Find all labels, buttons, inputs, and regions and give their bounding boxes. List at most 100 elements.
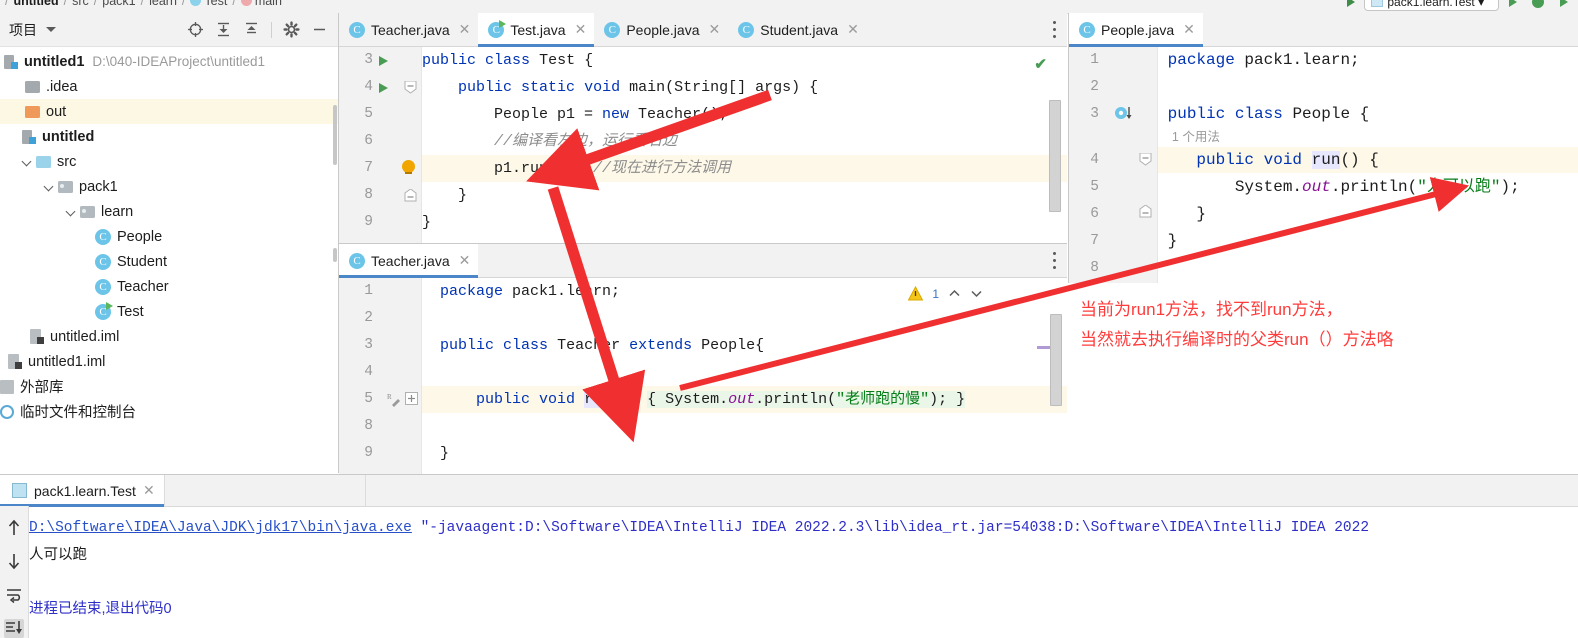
tab-people-java-right[interactable]: C People.java ✕ (1069, 13, 1203, 46)
tree-item-test[interactable]: C Test (0, 299, 338, 324)
class-icon (190, 0, 201, 6)
breadcrumb-item-4[interactable]: Test (204, 0, 227, 8)
breadcrumb-item-3[interactable]: learn (149, 0, 177, 8)
close-icon[interactable]: ✕ (844, 21, 859, 38)
close-icon[interactable]: ✕ (706, 21, 721, 38)
inspection-widget[interactable]: 1 (908, 286, 983, 301)
teacher-java-code-pane[interactable]: 1 2 3 4 5 8 9 R package pack1.learn; pub… (339, 278, 1067, 474)
close-icon[interactable]: ✕ (572, 21, 587, 38)
annotation-line-2: 当然就去执行编译时的父类run（）方法咯 (1080, 325, 1394, 355)
intention-bulb-icon[interactable] (402, 160, 415, 173)
run-class-gutter-icon[interactable] (379, 56, 388, 66)
breadcrumb-item-2[interactable]: pack1 (102, 0, 135, 8)
scroll-up-icon[interactable] (4, 518, 24, 538)
tree-item-learn[interactable]: learn (0, 199, 338, 224)
console-tab-test[interactable]: pack1.learn.Test ✕ (0, 475, 164, 506)
collapse-all-icon[interactable] (243, 21, 260, 38)
tree-item-project-root[interactable]: untitled1 D:\040-IDEAProject\untitled1 (0, 49, 338, 74)
kebab-menu-icon (1053, 21, 1057, 38)
tree-item-pack1[interactable]: pack1 (0, 174, 338, 199)
sidebar-scrollbar[interactable] (333, 105, 337, 165)
console-output[interactable]: D:\Software\IDEA\Java\JDK\jdk17\bin\java… (29, 506, 1578, 638)
java-exe-path-link[interactable]: D:\Software\IDEA\Java\JDK\jdk17\bin\java… (29, 520, 412, 536)
right-code-content[interactable]: package pack1.learn; public class People… (1158, 47, 1578, 283)
fold-close-icon[interactable] (404, 189, 417, 202)
breadcrumb-item-0[interactable]: untitled (13, 0, 58, 8)
run-with-coverage-icon[interactable] (1560, 0, 1568, 7)
tree-item-out[interactable]: out (0, 99, 338, 124)
gear-icon[interactable] (283, 21, 300, 38)
soft-wrap-icon[interactable] (4, 585, 24, 605)
sidebar-scrollbar-thumb2[interactable] (333, 248, 337, 262)
iml-file-icon (30, 329, 44, 344)
warning-triangle-icon[interactable] (908, 286, 923, 301)
breadcrumb-item-1[interactable]: src (72, 0, 89, 8)
back-arrow-icon[interactable] (1347, 0, 1355, 7)
sidebar-title: 项目 (6, 20, 37, 40)
close-icon[interactable]: ✕ (1180, 21, 1195, 38)
run-method-gutter-icon[interactable] (379, 83, 388, 93)
toolbar-divider (271, 22, 272, 38)
debug-button-icon[interactable] (1532, 0, 1544, 8)
package-icon (80, 206, 95, 218)
overriding-method-gutter-icon[interactable]: R (387, 392, 403, 408)
tree-item-people[interactable]: C People (0, 224, 338, 249)
tree-item-student[interactable]: C Student (0, 249, 338, 274)
lower-code-content[interactable]: package pack1.learn; public class Teache… (422, 278, 1067, 474)
chevron-up-icon[interactable] (948, 287, 961, 300)
scroll-down-icon[interactable] (4, 552, 24, 572)
chevron-down-icon[interactable] (22, 156, 33, 167)
usage-hint[interactable]: 1 个用法 (1172, 130, 1220, 144)
fold-open-icon[interactable] (1139, 153, 1152, 166)
console-program-output: 人可以跑 (29, 542, 1578, 569)
editor-tab-options-button[interactable] (1043, 13, 1067, 46)
chevron-down-icon[interactable] (66, 206, 77, 217)
close-icon[interactable]: ✕ (456, 21, 471, 38)
implemented-by-gutter-icon[interactable] (1115, 105, 1135, 121)
tree-item-untitled-iml[interactable]: untitled.iml (0, 324, 338, 349)
locate-icon[interactable] (187, 21, 204, 38)
tree-item-idea[interactable]: .idea (0, 74, 338, 99)
line-number: 3 (1073, 101, 1099, 128)
tree-item-untitled1-iml[interactable]: untitled1.iml (0, 349, 338, 374)
tree-item-teacher[interactable]: C Teacher (0, 274, 338, 299)
fold-close-icon[interactable] (1139, 205, 1152, 218)
expand-all-icon[interactable] (215, 21, 232, 38)
fold-expand-icon[interactable] (405, 392, 418, 405)
lower-editor-scrollbar[interactable] (1050, 314, 1062, 406)
people-java-code-pane[interactable]: 1 2 3 4 5 6 7 8 package pack1.learn; pub… (1069, 47, 1578, 283)
tab-teacher-java[interactable]: C Teacher.java ✕ (339, 13, 478, 46)
line-number: 7 (1073, 228, 1099, 255)
breadcrumb[interactable]: /untitled/src/pack1/learn/Test/main (0, 0, 282, 8)
breadcrumb-item-5[interactable]: main (255, 0, 282, 8)
tab-student-java[interactable]: C Student.java ✕ (728, 13, 867, 46)
inspection-ok-icon[interactable]: ✔ (1034, 55, 1047, 73)
tab-people-java[interactable]: C People.java ✕ (594, 13, 728, 46)
tab-test-java[interactable]: C Test.java ✕ (478, 13, 594, 46)
fold-open-icon[interactable] (404, 81, 417, 94)
run-configuration-selector[interactable]: pack1.learn.Test ▾ (1364, 0, 1499, 11)
run-button-icon[interactable] (1509, 0, 1517, 7)
code-content[interactable]: public class Test { public static void m… (422, 47, 1067, 244)
line-number: 5 (339, 386, 373, 413)
tree-item-external-libraries[interactable]: 外部库 (0, 374, 338, 399)
chevron-down-icon[interactable] (970, 287, 983, 300)
editor-vertical-scrollbar[interactable] (1049, 100, 1061, 212)
lower-editor-options-button[interactable] (1043, 244, 1067, 277)
scroll-to-end-icon[interactable] (4, 619, 24, 638)
line-number: 1 (339, 278, 373, 305)
close-icon[interactable]: ✕ (456, 252, 471, 269)
tree-item-scratches[interactable]: 临时文件和控制台 (0, 399, 338, 424)
close-icon[interactable]: ✕ (143, 482, 155, 499)
test-java-code-pane[interactable]: 3 4 5 6 7 8 9 public class Test { public… (339, 47, 1067, 244)
class-icon: C (349, 253, 365, 269)
tree-item-src[interactable]: src (0, 149, 338, 174)
chevron-down-icon[interactable] (44, 181, 55, 192)
line-number: 9 (339, 440, 373, 467)
tab-teacher-java-lower[interactable]: C Teacher.java ✕ (339, 244, 478, 277)
line-number: 5 (1073, 174, 1099, 201)
chevron-down-icon[interactable] (46, 27, 56, 32)
tree-item-untitled-module[interactable]: untitled (0, 124, 338, 149)
line-number: 2 (1073, 74, 1099, 101)
hide-panel-icon[interactable] (311, 21, 328, 38)
